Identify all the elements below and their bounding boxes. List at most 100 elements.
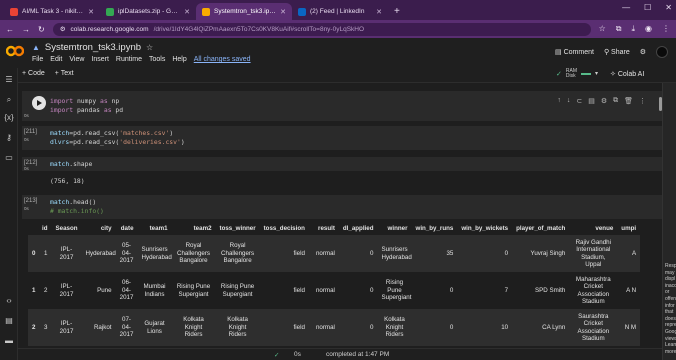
table-cell: Kolkata Knight Riders [377, 309, 412, 346]
linkedin-icon [298, 7, 306, 16]
close-icon[interactable]: ✕ [376, 8, 382, 16]
column-header: team1 [137, 221, 172, 235]
star-icon[interactable]: ☆ [146, 43, 153, 52]
more-options-icon[interactable]: ⋮ [639, 97, 646, 105]
table-cell: normal [308, 235, 339, 272]
cell-settings-icon[interactable]: ⚙ [601, 97, 607, 105]
site-info-icon[interactable]: ⚙ [60, 25, 66, 33]
code-token: match [50, 129, 70, 137]
code-token: dlvrs [50, 138, 70, 146]
notebook-toolbar: + Code + Text ✓ RAM Disk ▾ ✧ Colab AI [0, 68, 676, 83]
add-text-button[interactable]: + Text [55, 70, 74, 77]
run-cell-button[interactable] [32, 96, 46, 110]
command-palette-icon[interactable]: ▤ [3, 315, 15, 327]
avatar[interactable] [656, 46, 668, 58]
tab-google-drive[interactable]: iplDatasets.zip - Google Drive ✕ [100, 3, 196, 20]
files-folder-icon[interactable]: ▭ [3, 152, 15, 164]
disk-label: Disk [565, 73, 576, 79]
mirror-cell-icon[interactable]: ⧉ [613, 97, 618, 105]
table-cell: 3 [38, 309, 52, 346]
code-editor[interactable]: match.shape [50, 160, 92, 169]
close-icon[interactable]: ✕ [184, 8, 190, 16]
terminal-icon[interactable]: ▬ [3, 335, 15, 347]
table-cell: 35 [411, 235, 458, 272]
code-cell[interactable]: [211] 0s match=pd.read_csv('matches.csv'… [22, 126, 662, 150]
table-of-contents-icon[interactable]: ☰ [3, 74, 15, 86]
address-bar-row: ← → ↻ ⚙ colab.research.google.com/drive/… [0, 20, 676, 38]
code-editor[interactable]: import numpy as np import pandas as pd [50, 97, 123, 115]
code-cell[interactable]: 0s import numpy as np import pandas as pd… [22, 91, 662, 121]
secrets-key-icon[interactable]: ⚷ [3, 132, 15, 144]
exec-time: 0s [24, 113, 29, 118]
column-header: venue [569, 221, 618, 235]
chevron-down-icon[interactable]: ▾ [595, 71, 598, 77]
menu-runtime[interactable]: Runtime [116, 56, 142, 63]
code-token: .shape [69, 160, 93, 168]
colab-ai-button[interactable]: ✧ Colab AI [610, 70, 644, 78]
tab-ai-ml-task[interactable]: AI/ML Task 3 - nikithan3@gmai ✕ [4, 3, 100, 20]
new-tab-button[interactable]: + [388, 3, 406, 20]
add-code-button[interactable]: + Code [22, 70, 45, 77]
move-up-icon[interactable]: ↑ [557, 97, 561, 105]
forward-icon[interactable]: → [22, 25, 30, 34]
menu-insert[interactable]: Insert [91, 56, 109, 63]
browser-tab-strip: AI/ML Task 3 - nikithan3@gmai ✕ iplDatas… [0, 0, 676, 20]
menu-tools[interactable]: Tools [149, 56, 165, 63]
share-button[interactable]: ⚲ Share [604, 48, 630, 56]
column-header: date [115, 221, 138, 235]
resource-indicator[interactable]: ✓ RAM Disk ▾ [556, 69, 598, 79]
code-line: match.shape [50, 160, 92, 169]
code-token: pd [111, 106, 124, 114]
menu-file[interactable]: File [32, 56, 43, 63]
table-cell: normal [308, 309, 339, 346]
search-icon[interactable]: ⌕ [3, 94, 15, 106]
code-editor[interactable]: match=pd.read_csv('matches.csv') dlvrs=pd… [50, 129, 185, 147]
comment-button[interactable]: ▤ Comment [555, 48, 594, 56]
table-cell: Rajiv Gandhi International Stadium, Uppa… [569, 235, 618, 272]
extensions-icon[interactable]: ⧉ [616, 24, 622, 34]
code-cell[interactable]: [213] 0s match.head() # match.info() [22, 195, 662, 219]
colab-logo-icon[interactable] [6, 45, 24, 57]
download-icon[interactable]: ⤓ [631, 24, 635, 34]
code-token: =pd.read_csv( [69, 129, 120, 137]
notebook-title[interactable]: Systemtron_tsk3.ipynb [45, 42, 141, 53]
link-icon[interactable]: ⊂ [576, 97, 582, 105]
url-field[interactable]: ⚙ colab.research.google.com/drive/1IdY4G… [52, 22, 591, 36]
minimize-icon[interactable]: — [622, 3, 630, 12]
saved-status-link[interactable]: All changes saved [194, 56, 251, 63]
bookmark-icon[interactable]: ☆ [599, 24, 606, 34]
share-label: Share [611, 49, 630, 56]
menu-help[interactable]: Help [172, 56, 186, 63]
exec-time: 0s [24, 137, 29, 142]
close-icon[interactable]: ✕ [88, 8, 94, 16]
back-icon[interactable]: ← [6, 25, 14, 34]
table-cell: 0 [411, 309, 458, 346]
code-cell[interactable]: [212] 0s match.shape [22, 157, 662, 171]
tab-colab-notebook[interactable]: Systemtron_tsk3.ipynb - Colab ✕ [196, 3, 292, 20]
move-down-icon[interactable]: ↓ [567, 97, 571, 105]
code-editor[interactable]: match.head() # match.info() [50, 198, 104, 216]
reload-icon[interactable]: ↻ [38, 25, 45, 34]
menu-edit[interactable]: Edit [50, 56, 62, 63]
profile-icon[interactable]: ◉ [645, 24, 652, 34]
settings-gear-icon[interactable]: ⚙ [640, 48, 646, 56]
close-icon[interactable]: ✕ [280, 8, 286, 16]
completed-status[interactable]: completed at 1:47 PM [326, 351, 389, 358]
exec-time: 0s [24, 166, 29, 171]
comment-cell-icon[interactable]: ▤ [588, 97, 595, 105]
table-cell: 0 [338, 272, 378, 309]
column-header: winner [377, 221, 412, 235]
table-cell: Rising Pune Supergiant [215, 272, 260, 309]
menu-view[interactable]: View [69, 56, 84, 63]
tab-linkedin[interactable]: (2) Feed | LinkedIn ✕ [292, 3, 388, 20]
table-cell: Rising Pune Supergiant [171, 272, 216, 309]
delete-icon[interactable]: 🗑 [624, 97, 633, 105]
variables-icon[interactable]: {x} [3, 112, 15, 124]
code-snippets-icon[interactable]: ‹› [3, 295, 15, 307]
column-header: id [38, 221, 52, 235]
maximize-icon[interactable]: ☐ [644, 3, 651, 12]
close-window-icon[interactable]: ✕ [665, 3, 672, 12]
table-cell: Gujarat Lions [137, 309, 172, 346]
notebook-title-row: ▲ Systemtron_tsk3.ipynb ☆ [32, 42, 153, 53]
menu-icon[interactable]: ⋮ [662, 24, 670, 34]
